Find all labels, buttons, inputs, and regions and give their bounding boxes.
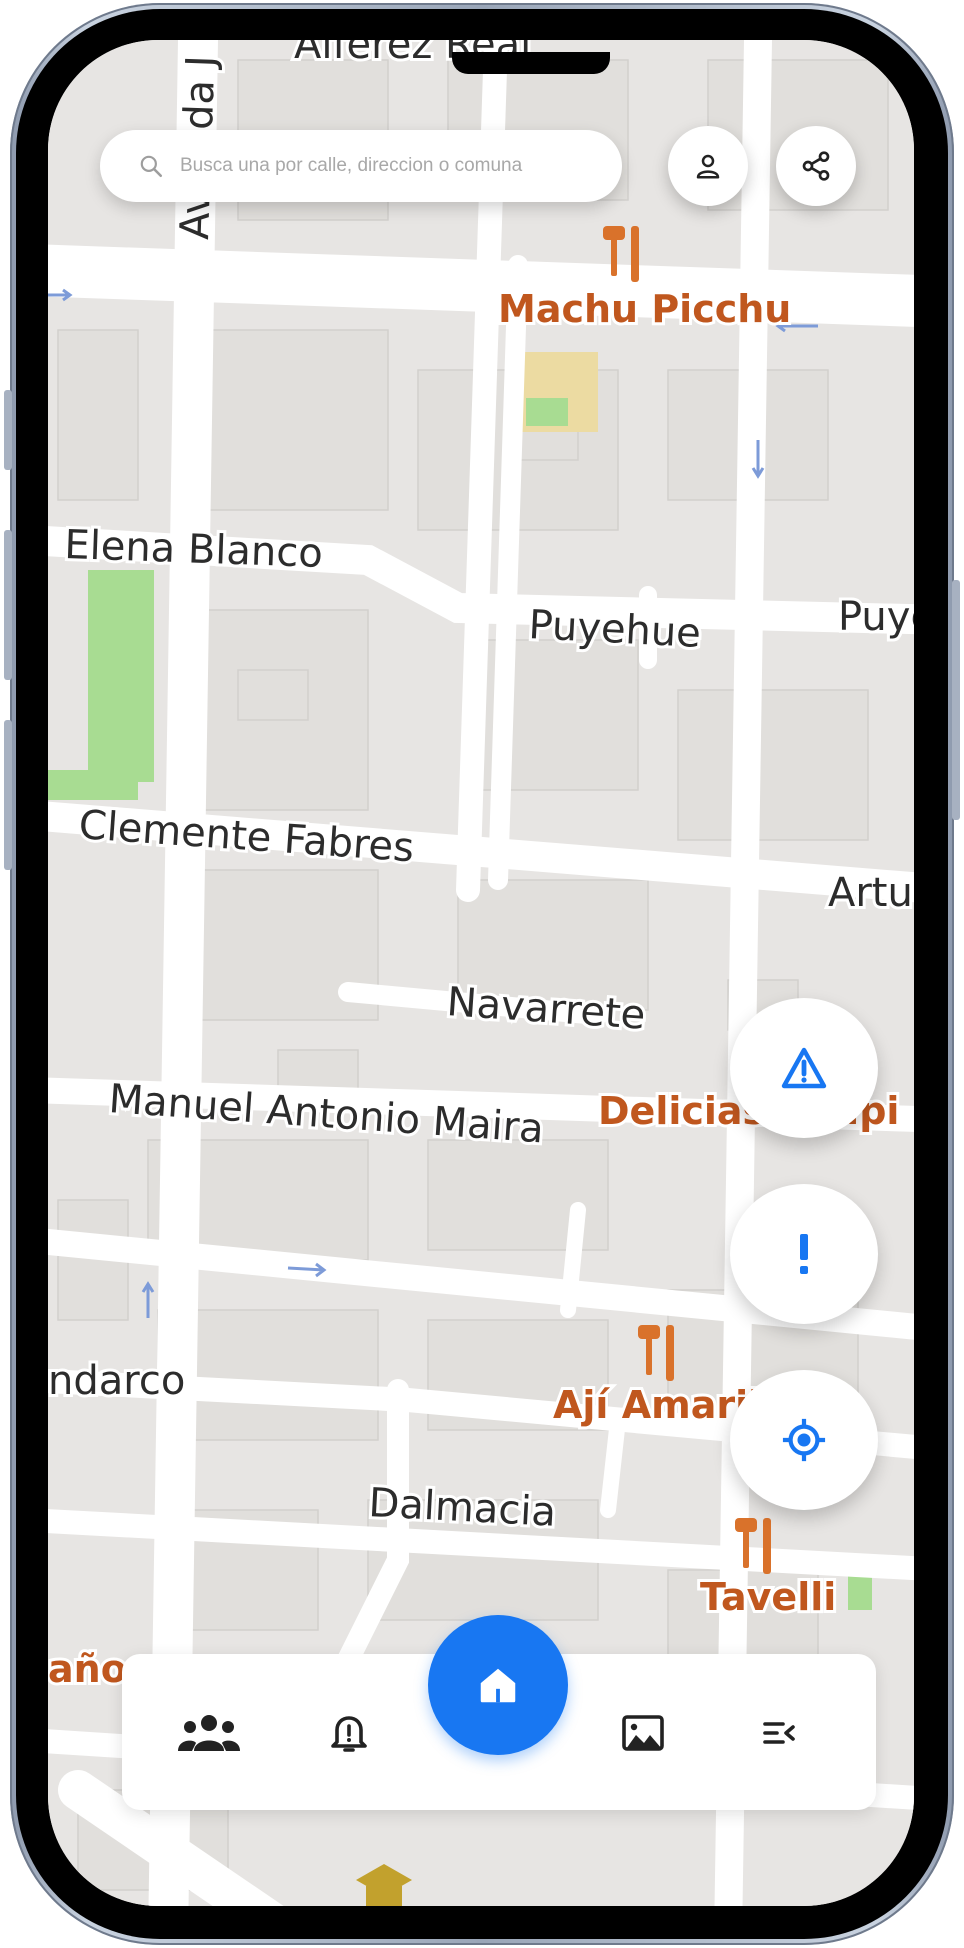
search-input[interactable] [178, 154, 582, 178]
poi-label[interactable]: año [48, 1644, 130, 1694]
report-hazard-button[interactable] [730, 998, 878, 1138]
house-icon [480, 1668, 516, 1703]
street-label: ndarco [48, 1358, 185, 1404]
people-group-icon [178, 1715, 240, 1751]
search-bar[interactable] [100, 130, 622, 202]
share-button[interactable] [776, 126, 856, 206]
notch [452, 52, 610, 74]
search-icon [140, 155, 163, 178]
report-alert-button[interactable] [730, 1184, 878, 1324]
nav-community[interactable] [174, 1698, 244, 1768]
poi-label[interactable]: Tavelli [697, 1572, 839, 1622]
street-label: Elena Blanco [64, 522, 324, 577]
my-location-button[interactable] [730, 1370, 878, 1510]
warning-triangle-icon [781, 1047, 827, 1089]
person-icon [696, 154, 720, 179]
home-button[interactable] [428, 1615, 568, 1755]
app-screen: Alferez Real Avenida J Elena Blanco Puye… [48, 40, 914, 1906]
nav-alerts[interactable] [314, 1698, 384, 1768]
bell-alert-icon [331, 1716, 367, 1752]
poi-label[interactable]: Ají Amaril [550, 1380, 764, 1430]
side-button-right [952, 580, 960, 820]
exclamation-icon [800, 1234, 808, 1274]
street-label: Puyehue [527, 602, 702, 657]
side-button-left-1 [4, 390, 12, 470]
side-button-left-2 [4, 530, 12, 680]
nav-menu[interactable] [744, 1698, 814, 1768]
share-icon [802, 151, 830, 181]
collapse-list-icon [763, 1722, 795, 1744]
image-icon [622, 1715, 664, 1751]
crosshair-icon [782, 1418, 826, 1462]
profile-button[interactable] [668, 126, 748, 206]
nav-gallery[interactable] [608, 1698, 678, 1768]
street-label: Puye [838, 594, 914, 640]
street-label: Artu [828, 870, 913, 916]
side-button-left-3 [4, 720, 12, 870]
street-label: Dalmacia [367, 1480, 557, 1536]
poi-label[interactable]: Machu Picchu [495, 284, 794, 334]
